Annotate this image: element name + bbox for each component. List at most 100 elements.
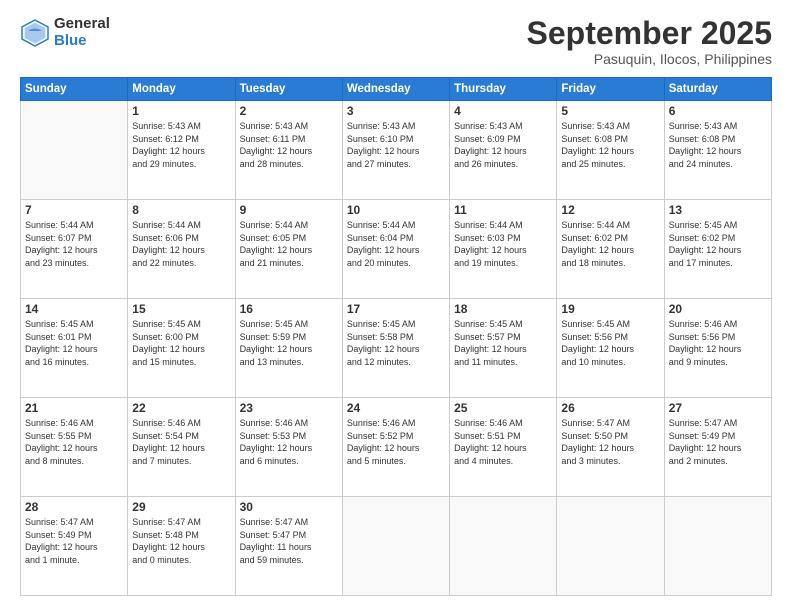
day-info: Sunrise: 5:44 AMSunset: 6:02 PMDaylight:… — [561, 219, 659, 269]
day-info: Sunrise: 5:43 AMSunset: 6:09 PMDaylight:… — [454, 120, 552, 170]
table-row — [450, 497, 557, 596]
day-info: Sunrise: 5:45 AMSunset: 6:02 PMDaylight:… — [669, 219, 767, 269]
table-row: 4 Sunrise: 5:43 AMSunset: 6:09 PMDaylight… — [450, 101, 557, 200]
table-row: 29 Sunrise: 5:47 AMSunset: 5:48 PMDayligh… — [128, 497, 235, 596]
table-row: 3 Sunrise: 5:43 AMSunset: 6:10 PMDaylight… — [342, 101, 449, 200]
table-row: 24 Sunrise: 5:46 AMSunset: 5:52 PMDayligh… — [342, 398, 449, 497]
day-info: Sunrise: 5:44 AMSunset: 6:06 PMDaylight:… — [132, 219, 230, 269]
calendar-week-row: 28 Sunrise: 5:47 AMSunset: 5:49 PMDayligh… — [21, 497, 772, 596]
table-row — [664, 497, 771, 596]
col-thursday: Thursday — [450, 78, 557, 101]
day-info: Sunrise: 5:43 AMSunset: 6:08 PMDaylight:… — [669, 120, 767, 170]
table-row: 22Sunrise: 5:46 AMSunset: 5:54 PMDayligh… — [128, 398, 235, 497]
day-info: Sunrise: 5:44 AMSunset: 6:05 PMDaylight:… — [240, 219, 338, 269]
day-info: Sunrise: 5:45 AMSunset: 6:01 PMDaylight:… — [25, 318, 123, 368]
table-row: 1Sunrise: 5:43 AMSunset: 6:12 PMDaylight… — [128, 101, 235, 200]
day-info: Sunrise: 5:47 AMSunset: 5:48 PMDaylight:… — [132, 516, 230, 566]
table-row: 21 Sunrise: 5:46 AMSunset: 5:55 PMDayligh… — [21, 398, 128, 497]
day-info: Sunrise: 5:44 AMSunset: 6:04 PMDaylight:… — [347, 219, 445, 269]
col-friday: Friday — [557, 78, 664, 101]
header: General Blue September 2025 Pasuquin, Il… — [20, 16, 772, 67]
day-number: 26 — [561, 401, 659, 415]
day-info: Sunrise: 5:43 AMSunset: 6:10 PMDaylight:… — [347, 120, 445, 170]
table-row: 8 Sunrise: 5:44 AMSunset: 6:06 PMDaylight… — [128, 200, 235, 299]
table-row: 28 Sunrise: 5:47 AMSunset: 5:49 PMDayligh… — [21, 497, 128, 596]
table-row: 16 Sunrise: 5:45 AMSunset: 5:59 PMDayligh… — [235, 299, 342, 398]
day-info: Sunrise: 5:45 AMSunset: 5:58 PMDaylight:… — [347, 318, 445, 368]
table-row: 9 Sunrise: 5:44 AMSunset: 6:05 PMDaylight… — [235, 200, 342, 299]
day-info: Sunrise: 5:46 AMSunset: 5:52 PMDaylight:… — [347, 417, 445, 467]
day-info: Sunrise: 5:45 AMSunset: 5:59 PMDaylight:… — [240, 318, 338, 368]
calendar-week-row: 7Sunrise: 5:44 AMSunset: 6:07 PMDaylight… — [21, 200, 772, 299]
table-row — [21, 101, 128, 200]
table-row: 18 Sunrise: 5:45 AMSunset: 5:57 PMDayligh… — [450, 299, 557, 398]
table-row: 26Sunrise: 5:47 AMSunset: 5:50 PMDayligh… — [557, 398, 664, 497]
day-number: 17 — [347, 302, 445, 316]
table-row: 23Sunrise: 5:46 AMSunset: 5:53 PMDayligh… — [235, 398, 342, 497]
table-row: 25 Sunrise: 5:46 AMSunset: 5:51 PMDayligh… — [450, 398, 557, 497]
day-number: 12 — [561, 203, 659, 217]
calendar-week-row: 14 Sunrise: 5:45 AMSunset: 6:01 PMDayligh… — [21, 299, 772, 398]
table-row: 2 Sunrise: 5:43 AMSunset: 6:11 PMDaylight… — [235, 101, 342, 200]
table-row: 10 Sunrise: 5:44 AMSunset: 6:04 PMDayligh… — [342, 200, 449, 299]
day-number: 28 — [25, 500, 123, 514]
table-row — [557, 497, 664, 596]
page: General Blue September 2025 Pasuquin, Il… — [0, 0, 792, 612]
table-row: 20 Sunrise: 5:46 AMSunset: 5:56 PMDayligh… — [664, 299, 771, 398]
table-row: 14 Sunrise: 5:45 AMSunset: 6:01 PMDayligh… — [21, 299, 128, 398]
day-number: 9 — [240, 203, 338, 217]
day-number: 23 — [240, 401, 338, 415]
day-number: 18 — [454, 302, 552, 316]
table-row: 27Sunrise: 5:47 AMSunset: 5:49 PMDayligh… — [664, 398, 771, 497]
day-number: 25 — [454, 401, 552, 415]
table-row: 13 Sunrise: 5:45 AMSunset: 6:02 PMDayligh… — [664, 200, 771, 299]
day-info: Sunrise: 5:47 AMSunset: 5:49 PMDaylight:… — [25, 516, 123, 566]
day-number: 14 — [25, 302, 123, 316]
day-number: 27 — [669, 401, 767, 415]
table-row: 7Sunrise: 5:44 AMSunset: 6:07 PMDaylight… — [21, 200, 128, 299]
day-info: Sunrise: 5:45 AMSunset: 5:57 PMDaylight:… — [454, 318, 552, 368]
day-info: Sunrise: 5:43 AMSunset: 6:12 PMDaylight:… — [132, 120, 230, 170]
day-number: 5 — [561, 104, 659, 118]
location-subtitle: Pasuquin, Ilocos, Philippines — [527, 51, 772, 67]
day-info: Sunrise: 5:46 AMSunset: 5:56 PMDaylight:… — [669, 318, 767, 368]
day-number: 20 — [669, 302, 767, 316]
day-number: 2 — [240, 104, 338, 118]
col-tuesday: Tuesday — [235, 78, 342, 101]
day-number: 11 — [454, 203, 552, 217]
col-monday: Monday — [128, 78, 235, 101]
month-title: September 2025 — [527, 16, 772, 51]
day-number: 16 — [240, 302, 338, 316]
day-number: 13 — [669, 203, 767, 217]
day-info: Sunrise: 5:43 AMSunset: 6:08 PMDaylight:… — [561, 120, 659, 170]
day-number: 21 — [25, 401, 123, 415]
day-number: 15 — [132, 302, 230, 316]
day-number: 3 — [347, 104, 445, 118]
table-row: 12 Sunrise: 5:44 AMSunset: 6:02 PMDayligh… — [557, 200, 664, 299]
day-number: 4 — [454, 104, 552, 118]
table-row: 15Sunrise: 5:45 AMSunset: 6:00 PMDayligh… — [128, 299, 235, 398]
col-wednesday: Wednesday — [342, 78, 449, 101]
day-number: 24 — [347, 401, 445, 415]
day-info: Sunrise: 5:47 AMSunset: 5:47 PMDaylight:… — [240, 516, 338, 566]
table-row: 5 Sunrise: 5:43 AMSunset: 6:08 PMDaylight… — [557, 101, 664, 200]
day-number: 22 — [132, 401, 230, 415]
logo: General Blue — [20, 16, 110, 49]
day-info: Sunrise: 5:46 AMSunset: 5:51 PMDaylight:… — [454, 417, 552, 467]
logo-icon — [20, 18, 50, 48]
day-info: Sunrise: 5:46 AMSunset: 5:55 PMDaylight:… — [25, 417, 123, 467]
table-row: 30Sunrise: 5:47 AMSunset: 5:47 PMDayligh… — [235, 497, 342, 596]
day-number: 29 — [132, 500, 230, 514]
day-number: 10 — [347, 203, 445, 217]
day-number: 8 — [132, 203, 230, 217]
table-row: 6Sunrise: 5:43 AMSunset: 6:08 PMDaylight… — [664, 101, 771, 200]
logo-text: General Blue — [54, 16, 110, 49]
table-row: 11Sunrise: 5:44 AMSunset: 6:03 PMDayligh… — [450, 200, 557, 299]
calendar-table: Sunday Monday Tuesday Wednesday Thursday… — [20, 77, 772, 596]
table-row: 19Sunrise: 5:45 AMSunset: 5:56 PMDayligh… — [557, 299, 664, 398]
calendar-week-row: 1Sunrise: 5:43 AMSunset: 6:12 PMDaylight… — [21, 101, 772, 200]
day-number: 19 — [561, 302, 659, 316]
day-info: Sunrise: 5:43 AMSunset: 6:11 PMDaylight:… — [240, 120, 338, 170]
col-saturday: Saturday — [664, 78, 771, 101]
logo-general-text: General — [54, 16, 110, 33]
